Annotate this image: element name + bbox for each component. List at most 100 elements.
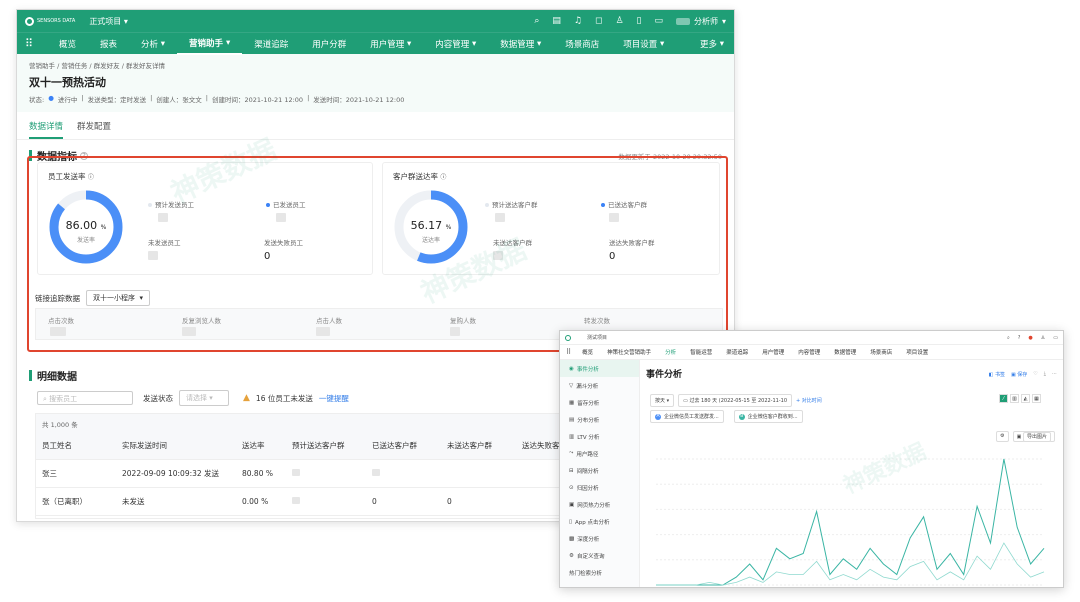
nav-segments[interactable]: 用户分群 [300,33,358,55]
nav-users[interactable]: 用户管理 ▾ [358,33,423,55]
monitor-icon[interactable]: ▭ [654,16,663,26]
tab-bar: 数据详情 群发配置 [17,112,734,140]
expected-groups: 预计送达客户群 [485,199,538,209]
compare-time-button[interactable]: + 对比时间 [796,397,822,404]
nav-marketing[interactable]: 营销助手 ▾ [177,33,243,55]
sidebar-item-app-click[interactable]: ▯ App 点击分析 [560,513,639,530]
nav-data[interactable]: 数据管理 [827,348,863,356]
bell-icon[interactable]: ♫ [574,16,582,26]
logo[interactable]: SENSORS DATA [25,16,75,26]
failed-employees: 发送失败员工 0 [264,239,303,262]
blurred-value [292,469,300,476]
warning-icon: ▲ [243,393,250,403]
top-bar: SENSORS DATA 正式项目 ▾ ⌕ ▤ ♫ ◻ ♙ ▯ ▭ 分析师 ▾ [17,10,734,32]
unsent-employees: 未发送员工 [148,239,181,247]
tracking-filter: 链接追踪数据 双十一小程序 ▾ [35,290,150,306]
nav-settings[interactable]: 项目设置 [899,348,935,356]
sidebar-item-funnel[interactable]: ▽ 漏斗分析 [560,377,639,394]
sidebar-item-event[interactable]: ◉ 事件分析 [560,360,639,377]
more-icon[interactable]: ⋯ [1052,371,1057,378]
status-dot-icon: ● [48,94,54,102]
main-nav: ⠿ 概览 神策社交营销助手 分析 智能运营 渠道追踪 用户管理 内容管理 数据管… [560,345,1063,360]
user-icon[interactable]: ♙ [615,16,623,26]
card-title: 员工发送率 ⓘ [48,172,94,181]
user-icon[interactable]: ♙ [1041,335,1045,341]
date-range-picker[interactable]: ▭ 过去 180 天 (2022-05-15 至 2022-11-10 [678,394,793,407]
tab-send-config[interactable]: 群发配置 [77,120,111,139]
project-switcher[interactable]: 测试项目 [587,334,607,341]
task-meta: 状态: ● 进行中 | 发送类型：定时发送 | 创建人：张文文 | 创建时间：2021-1… [29,94,405,104]
event-line-chart: 05-15 05-21 06-02 06-11 06-20 06-29 07-08 07-17… [656,458,1045,586]
nav-content[interactable]: 内容管理 [791,348,827,356]
sidebar-item-path[interactable]: ⤳ 用户路径 [560,445,639,462]
notification-icon[interactable]: ● [1028,335,1032,341]
help-icon[interactable]: ? [1018,335,1021,341]
status-select[interactable]: 请选择 ▾ [179,390,229,406]
bar-chart-icon[interactable]: ▥ [1010,394,1019,403]
nav-social-assistant[interactable]: 神策社交营销助手 [600,348,658,356]
nav-store[interactable]: 场景商店 [863,348,899,356]
sidebar-item-ltv[interactable]: ▥ LTV 分析 [560,428,639,445]
sidebar-item-hot-search[interactable]: 热门检索分析 [560,564,639,581]
sidebar-item-retention[interactable]: ▦ 留存分析 [560,394,639,411]
help-icon[interactable]: ⓘ [440,174,446,181]
funnel-icon: ▽ [569,382,574,389]
nav-channel[interactable]: 渠道追踪 [242,33,300,55]
search-input[interactable]: ⌕ 搜索员工 [37,391,133,405]
sidebar-item-distribution[interactable]: ▤ 分布分析 [560,411,639,428]
nav-more[interactable]: 更多 ▾ [688,33,734,55]
breadcrumb[interactable]: 营销助手 / 营销任务 / 群发好友 / 群发好友详情 [29,60,722,70]
line-chart-icon[interactable]: ⁄ [999,394,1008,403]
employee-send-card: 员工发送率 ⓘ 86.00 % 发送率 预计发送员工 已发送员工 未发送员工 发… [37,162,373,275]
sidebar-item-depth[interactable]: ▩ 深度分析 [560,530,639,547]
help-icon[interactable]: ⓘ [88,174,94,181]
share-icon[interactable]: ♡ [1033,371,1037,378]
nav-analysis[interactable]: 分析 [658,348,683,356]
tab-data-detail[interactable]: 数据详情 [29,120,64,139]
retention-icon: ▦ [569,399,575,406]
nav-smart-ops[interactable]: 智能运营 [683,348,719,356]
download-icon[interactable]: ⤓ [1044,371,1046,378]
settings-icon[interactable]: ⚙ [996,431,1009,442]
bookmark-button[interactable]: ◧ 书签 [989,371,1005,378]
search-icon[interactable]: ⌕ [534,16,539,26]
project-switcher[interactable]: 正式项目 ▾ [89,16,128,27]
metric-chip[interactable]: B 企业微信客户群收到... [733,410,803,423]
message-icon[interactable]: ◻ [595,16,602,26]
nav-overview[interactable]: 概览 [575,348,600,356]
granularity-select[interactable]: 按天 ▾ [650,394,675,407]
blurred-value [50,327,66,336]
doc-icon[interactable]: ▤ [552,16,561,26]
monitor-icon[interactable]: ▭ [1053,335,1058,341]
nav-data[interactable]: 数据管理 ▾ [488,33,553,55]
table-icon[interactable]: ▦ [1032,394,1041,403]
attribution-icon: ⊙ [569,484,574,491]
blurred-value [609,213,619,222]
page-title: 事件分析 [646,370,683,380]
search-icon[interactable]: ⌕ [1007,335,1010,341]
remind-button[interactable]: 一键提醒 [319,393,349,404]
nav-channel[interactable]: 渠道追踪 [719,348,755,356]
nav-reports[interactable]: 报表 [88,33,129,55]
sidebar-item-custom-query[interactable]: ⚙ 自定义查询 [560,547,639,564]
area-chart-icon[interactable]: ◭ [1021,394,1030,403]
nav-store[interactable]: 场景商店 [553,33,611,55]
sidebar-item-attribution[interactable]: ⊙ 归因分析 [560,479,639,496]
nav-settings[interactable]: 项目设置 ▾ [611,33,676,55]
apps-grid-icon[interactable]: ⠿ [25,37,47,50]
nav-overview[interactable]: 概览 [47,33,88,55]
tracking-select[interactable]: 双十一小程序 ▾ [86,290,150,306]
sidebar-item-interval[interactable]: ⊟ 间隔分析 [560,462,639,479]
nav-analysis[interactable]: 分析 ▾ [129,33,177,55]
nav-content[interactable]: 内容管理 ▾ [423,33,488,55]
mobile-icon[interactable]: ▯ [637,16,642,26]
logo-icon[interactable] [565,334,571,341]
blurred-value [292,497,300,504]
metric-chip[interactable]: A 企业微信员工发送群发... [650,410,724,423]
export-image-button[interactable]: ▣ 导出图片 [1012,431,1055,442]
save-button[interactable]: ▣ 保存 [1011,371,1027,378]
sidebar-item-heatmap[interactable]: ▣ 网页热力分析 [560,496,639,513]
user-menu[interactable]: 分析师 ▾ [675,16,726,27]
nav-users[interactable]: 用户管理 [755,348,791,356]
apps-grid-icon[interactable]: ⠿ [566,348,571,356]
